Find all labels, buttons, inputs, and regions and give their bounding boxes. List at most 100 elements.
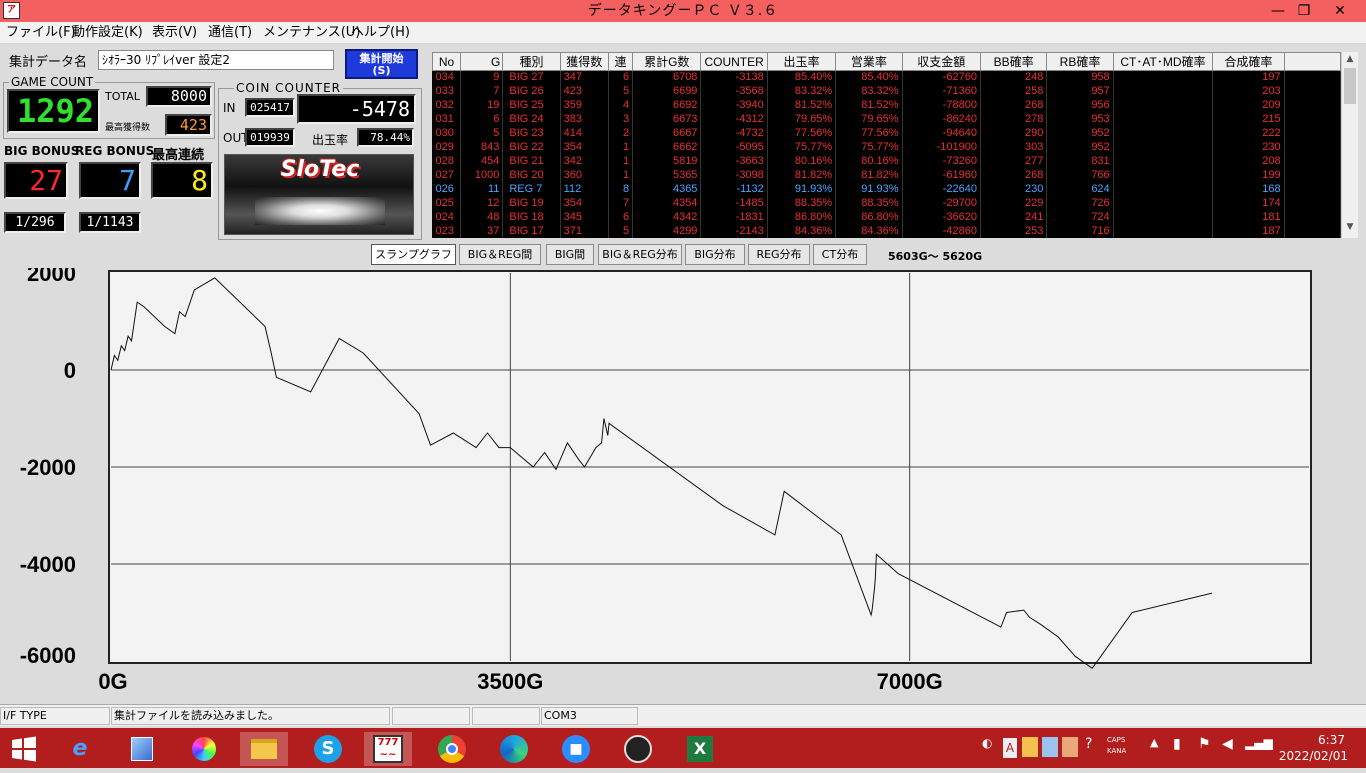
table-row[interactable]: 027 1000 BIG 20 360 1 5365 -3098 81.82% 81.82% -6… [432,168,1341,183]
clock-time[interactable]: 6:37 [1285,733,1345,747]
col-header[interactable]: 合成確率 [1212,52,1285,71]
tray-tool-icon[interactable] [1042,737,1058,757]
excel-icon[interactable]: X [676,732,724,766]
table-row[interactable]: 030 5 BIG 23 414 2 6667 -4732 77.56% 77.56% -9464… [432,126,1341,141]
tab-big-reg-dist[interactable]: BIG＆REG分布 [598,244,682,265]
tab-slump-graph[interactable]: スランプグラフ [371,244,456,265]
data-name-field[interactable]: ｼｵﾗｰ30 ﾘﾌﾟﾚｲver 設定2 [98,50,334,70]
table-row[interactable]: 024 48 BIG 18 345 6 4342 -1831 86.80% 86.80% -366… [432,210,1341,225]
table-cell: 027 [432,168,462,183]
tray-note-icon[interactable] [1022,737,1038,757]
menu-file[interactable]: ファイル(F) [6,25,76,41]
table-cell: 726 [1046,196,1114,211]
table-cell: 258 [980,84,1048,99]
menu-settings[interactable]: 動作設定(K) [72,25,143,41]
notepad-icon[interactable] [118,732,166,766]
dataking-icon[interactable]: 777 ~~ [364,732,412,766]
tab-big-reg-interval[interactable]: BIG＆REG間 [459,244,541,265]
col-header[interactable]: 累計G数 [632,52,702,71]
col-header[interactable]: COUNTER [700,52,768,71]
table-row[interactable]: 032 19 BIG 25 359 4 6692 -3940 81.52% 81.52% -788… [432,98,1341,113]
table-cell: 4 [608,98,634,113]
table-row[interactable]: 028 454 BIG 21 342 1 5819 -3663 80.16% 80.16% -73… [432,154,1341,169]
table-row[interactable]: 031 6 BIG 24 383 3 6673 -4312 79.65% 79.65% -8624… [432,112,1341,127]
table-row[interactable]: 025 12 BIG 19 354 7 4354 -1485 88.35% 88.35% -297… [432,196,1341,211]
table-row[interactable]: 033 7 BIG 26 423 5 6699 -3568 83.32% 83.32% -7136… [432,84,1341,99]
col-header[interactable]: 連 [607,52,634,71]
table-cell: 033 [432,84,462,99]
table-row[interactable]: 023 37 BIG 17 371 5 4299 -2143 84.36% 84.36% -428… [432,224,1341,238]
col-header[interactable]: 収支金額 [901,52,981,71]
coin-counter-title: COIN COUNTER [234,81,343,95]
tab-reg-dist[interactable]: REG分布 [748,244,810,265]
start-aggregate-button[interactable]: 集計開始 (S) [345,49,418,79]
menu-comm[interactable]: 通信(T) [208,25,252,41]
tab-big-interval[interactable]: BIG間 [546,244,594,265]
explorer-icon[interactable] [240,732,288,766]
table-cell: -42860 [902,224,981,238]
clock-date[interactable]: 2022/02/01 [1278,749,1348,763]
col-header[interactable]: RB確率 [1046,52,1114,71]
col-header[interactable]: 出玉率 [766,52,837,71]
ie-icon[interactable]: e [56,732,104,766]
table-cell: BIG 21 [502,154,561,169]
table-cell: -1485 [700,196,768,211]
col-header[interactable]: CT･AT･MD確率 [1112,52,1214,71]
status-bar: I/F TYPE 集計ファイルを読み込みました。 COM3 [0,704,1366,726]
big-bonus-value: 27 [4,162,68,199]
col-header[interactable]: 獲得数 [559,52,609,71]
tab-ct-dist[interactable]: CT分布 [813,244,867,265]
table-row[interactable]: 034 9 BIG 27 347 6 6708 -3138 85.40% 85.40% -6276… [432,70,1341,85]
table-scrollbar[interactable]: ▲ ▼ [1341,52,1358,238]
zoom-icon[interactable]: ■ [552,732,600,766]
max-streak-value: 8 [151,162,213,199]
scroll-up-icon[interactable]: ▲ [1343,54,1357,66]
tray-ime-icon[interactable]: ◐ [982,736,992,750]
table-cell: 181 [1212,210,1285,225]
table-cell: BIG 17 [502,224,561,238]
tray-volume-icon[interactable]: ◀ [1222,736,1233,752]
table-row[interactable]: 029 843 BIG 22 354 1 6662 -5095 75.77% 75.77% -10… [432,140,1341,155]
table-cell: 1 [608,140,634,155]
table-cell: BIG 19 [502,196,561,211]
table-cell: -94640 [902,126,981,141]
table-row[interactable]: 026 11 REG 7 112 8 4365 -1132 91.93% 91.93% -2264… [432,182,1341,197]
menu-view[interactable]: 表示(V) [152,25,197,41]
col-header[interactable]: G [460,52,504,71]
table-cell: 6699 [632,84,702,99]
edge-icon[interactable] [490,732,538,766]
col-header[interactable]: BB確率 [979,52,1048,71]
obs-icon[interactable] [614,732,662,766]
tray-flag-icon[interactable]: ⚑ [1198,736,1211,752]
table-cell-filler [1284,154,1341,169]
col-header[interactable]: No [432,52,462,71]
menu-maintenance[interactable]: メンテナンス(U) [263,25,360,41]
table-cell: 187 [1212,224,1285,238]
windows-icon[interactable] [0,732,48,766]
tab-big-dist[interactable]: BIG分布 [685,244,745,265]
table-cell: 953 [1046,112,1114,127]
close-button[interactable]: ✕ [1318,0,1362,22]
table-cell: -71360 [902,84,981,99]
skype-icon[interactable]: S [304,732,352,766]
tray-help-icon[interactable]: ? [1085,736,1092,752]
table-cell: 88.35% [835,196,903,211]
table-cell: 031 [432,112,462,127]
status-message: 集計ファイルを読み込みました。 [111,707,390,725]
table-cell: 230 [980,182,1048,197]
coin-diff-value: -5478 [297,94,416,124]
scroll-down-icon[interactable]: ▼ [1343,222,1357,234]
scroll-thumb[interactable] [1344,68,1356,104]
tray-network-icon[interactable]: ▂▄▆ [1245,736,1273,750]
table-cell [1113,196,1214,211]
table-cell: 383 [560,112,609,127]
tray-folder-icon[interactable] [1062,737,1078,757]
tray-power-icon[interactable]: ▮ [1173,736,1181,752]
tray-a-icon[interactable]: A [1003,738,1017,758]
chrome-icon[interactable] [428,732,476,766]
tray-expand-icon[interactable]: ▲ [1150,736,1158,749]
paint-icon[interactable] [180,732,228,766]
col-header[interactable]: 営業率 [835,52,903,71]
col-header[interactable]: 種別 [502,52,561,71]
menu-help[interactable]: ヘルプ(H) [351,25,410,41]
